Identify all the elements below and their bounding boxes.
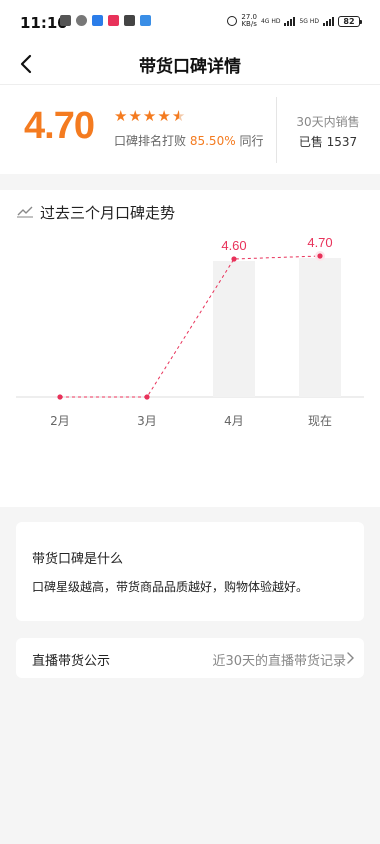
app-notification-icon <box>108 15 119 26</box>
signal-icon <box>284 16 296 26</box>
x-tick-label: 4月 <box>224 414 244 428</box>
app-notification-icon <box>92 15 103 26</box>
live-record-label: 直播带货公示 <box>32 654 111 669</box>
bar-3 <box>299 258 341 397</box>
data-point-2 <box>231 256 237 262</box>
x-tick-label: 2月 <box>50 414 70 428</box>
trend-chart: 4.60 4.70 2月 3月 4月 现在 <box>16 235 364 428</box>
trend-line <box>60 255 321 398</box>
mail-icon <box>124 15 135 26</box>
rank-prefix: 口碑排名打败 <box>114 134 187 148</box>
info-card: 带货口碑是什么 口碑星级越高，带货商品品质越好，购物体验越好。 <box>16 522 364 621</box>
data-point-0 <box>57 394 63 400</box>
network-1-label: 4G HD <box>260 17 281 25</box>
net-speed: 27.0 KB/s <box>241 14 257 28</box>
live-record-row[interactable]: 直播带货公示 近30天的直播带货记录 <box>16 638 364 678</box>
info-description: 口碑星级越高，带货商品品质越好，购物体验越好。 <box>32 580 309 594</box>
alarm-icon <box>227 16 238 26</box>
status-indicators: 27.0 KB/s 4G HD 5G HD 82 <box>227 14 362 28</box>
signal-icon <box>323 16 334 26</box>
rating-summary-card: 4.70 ★ ★ ★ ★ ★ 口碑排名打败 85.50% 同行 30天内销售 已… <box>0 84 380 174</box>
star-icon: ★ <box>142 107 157 125</box>
app-notification-icon <box>60 15 71 26</box>
data-label-2: 4.60 <box>221 238 246 253</box>
sales-label: 30天内销售 <box>296 115 360 129</box>
app-notification-icon <box>140 15 151 26</box>
divider <box>276 97 277 163</box>
rank-percent: 85.50% <box>189 134 236 148</box>
rank-text: 口碑排名打败 85.50% 同行 <box>114 132 263 149</box>
bird-icon <box>76 15 87 26</box>
x-tick-label: 3月 <box>137 414 157 428</box>
page-title: 带货口碑详情 <box>139 57 241 77</box>
info-title: 带货口碑是什么 <box>32 552 124 567</box>
status-bar: 11:10 27.0 KB/s 4G HD 5G HD 82 <box>0 0 380 44</box>
data-point-1 <box>144 394 150 400</box>
star-icon: ★ <box>114 107 128 125</box>
net-speed-unit: KB/s <box>241 20 257 28</box>
rating-score: 4.70 <box>24 105 95 147</box>
star-icon: ★ <box>128 107 142 125</box>
data-point-3 <box>317 253 323 259</box>
data-label-3: 4.70 <box>307 235 332 250</box>
star-icon: ★ <box>157 107 171 125</box>
star-rating: ★ ★ ★ ★ ★ <box>114 109 185 124</box>
trend-section: 过去三个月口碑走势 4.60 4.70 2月 3月 4月 现在 <box>0 190 380 507</box>
live-record-link[interactable]: 近30天的直播带货记录 <box>212 650 346 669</box>
chevron-right-icon <box>347 652 354 664</box>
notification-icons <box>60 15 151 26</box>
sales-value: 已售 1537 <box>298 135 358 149</box>
x-tick-label: 现在 <box>308 414 332 428</box>
battery-icon: 82 <box>338 15 362 27</box>
rank-suffix: 同行 <box>239 134 264 148</box>
navigation-bar: 带货口碑详情 <box>0 44 380 84</box>
half-star-icon: ★ <box>171 107 186 125</box>
network-2-label: 5G HD <box>299 17 319 25</box>
